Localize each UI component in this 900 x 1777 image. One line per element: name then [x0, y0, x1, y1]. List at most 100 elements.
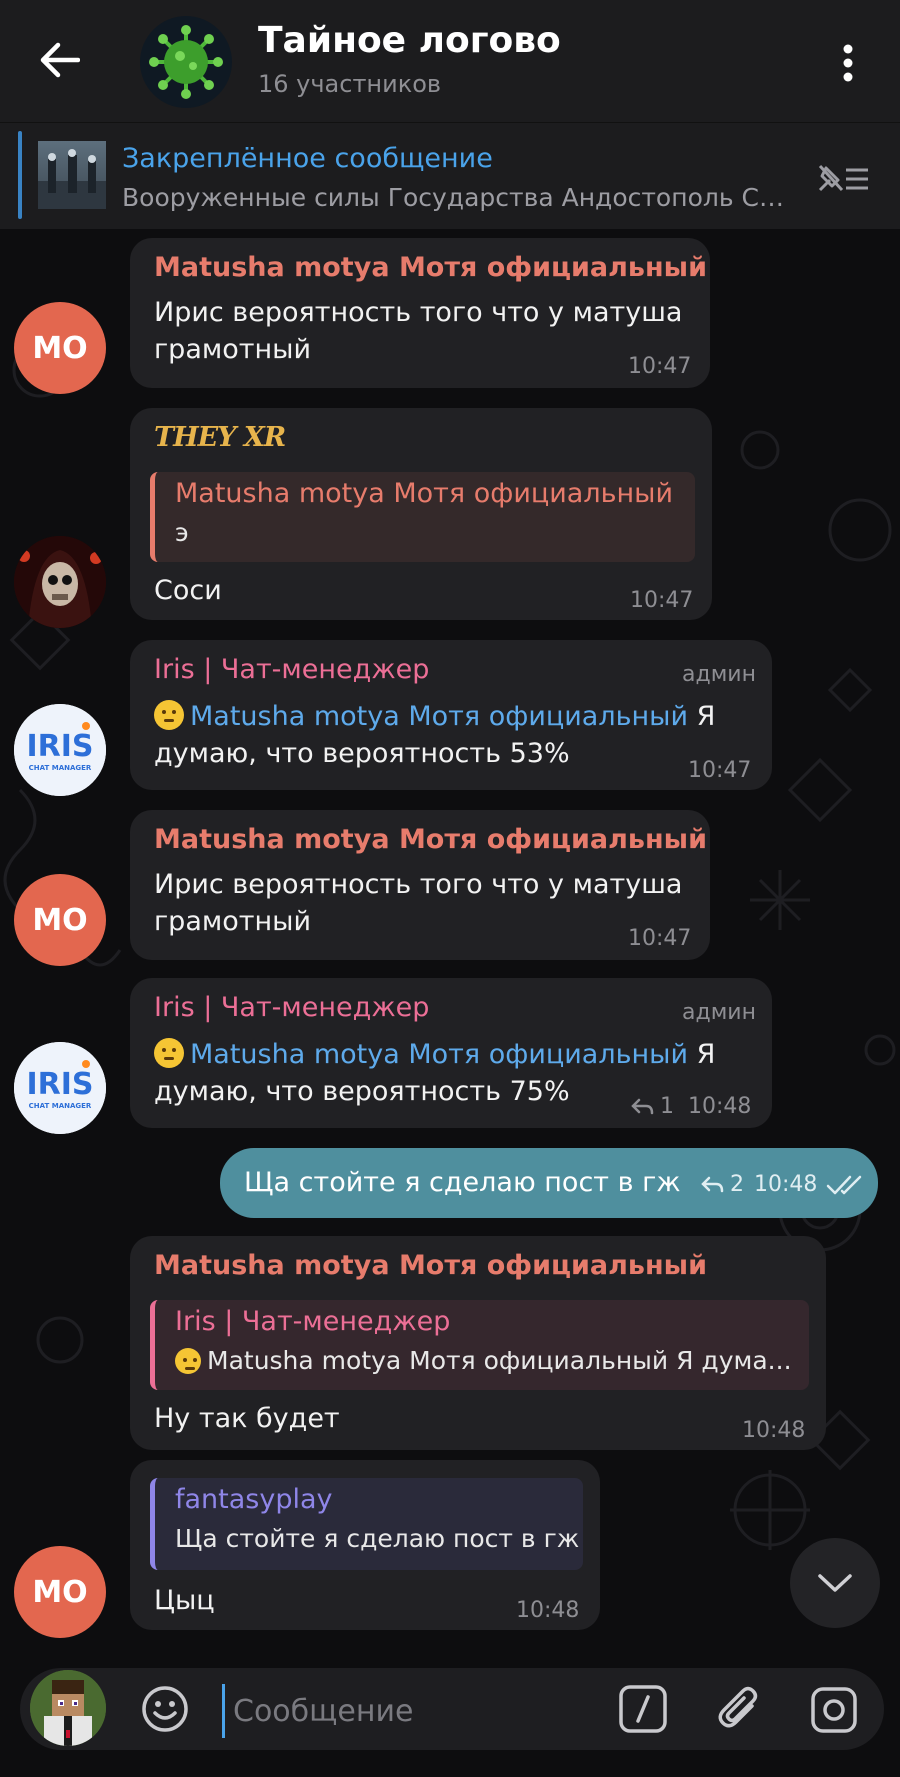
- user-mention[interactable]: Matusha motya Мотя официальный: [190, 1039, 688, 1070]
- reply-arrow-icon: [701, 1176, 724, 1192]
- pinned-message-bar[interactable]: Закреплённое сообщение Вооруженные силы …: [0, 122, 900, 229]
- avatar-initials: МО: [32, 1574, 88, 1610]
- admin-badge: админ: [682, 1000, 756, 1025]
- user-mention[interactable]: Matusha motya Мотя официальный: [190, 701, 688, 732]
- camera-button[interactable]: [808, 1684, 860, 1736]
- message-bubble[interactable]: fantasyplay Ща стойте я сделаю пост в гж…: [130, 1460, 600, 1630]
- double-check-icon: [826, 1175, 862, 1195]
- message-time: 10:47: [628, 354, 692, 379]
- message-text: Ирис вероятность того что у матуша грамо…: [154, 866, 682, 940]
- iris-bot-avatar-icon: IRIS CHAT MANAGER: [14, 1042, 106, 1134]
- svg-text:IRIS: IRIS: [26, 729, 93, 764]
- more-vertical-icon: [843, 44, 853, 82]
- reply-text: Matusha motya Мотя официальный Я дума...: [175, 1346, 792, 1375]
- pinned-list-button[interactable]: [814, 159, 872, 199]
- reply-count-number: 2: [730, 1172, 744, 1197]
- emoji-button[interactable]: [140, 1684, 190, 1734]
- message-time: 10:48: [754, 1172, 818, 1197]
- sender-name[interactable]: Matusha motya Мотя официальный: [154, 824, 707, 855]
- sender-name[interactable]: THEY XR: [154, 422, 286, 453]
- message-bubble[interactable]: Matusha motya Мотя официальный Ирис веро…: [130, 810, 710, 960]
- reply-sender: Iris | Чат-менеджер: [175, 1306, 451, 1337]
- reply-text-content: Matusha motya Мотя официальный Я дума...: [207, 1346, 792, 1375]
- message-bubble[interactable]: Iris | Чат-менеджер админ Matusha motya …: [130, 978, 772, 1128]
- message-line: грамотный: [154, 334, 312, 365]
- message-line: грамотный: [154, 906, 312, 937]
- virus-icon: [149, 25, 223, 99]
- slash-command-icon: [619, 1685, 667, 1733]
- message-text: Ирис вероятность того что у матуша грамо…: [154, 294, 682, 368]
- message-time: 10:48: [742, 1418, 806, 1443]
- pinned-indicator: [18, 131, 22, 219]
- reply-count[interactable]: 1: [630, 1094, 674, 1119]
- pinned-title: Закреплённое сообщение: [122, 143, 493, 174]
- pixel-character-avatar-icon: [30, 1670, 106, 1746]
- avatar[interactable]: IRIS CHAT MANAGER: [14, 1042, 106, 1134]
- avatar[interactable]: [14, 536, 106, 628]
- thinking-face-icon: [154, 700, 184, 730]
- message-time: 10:47: [688, 758, 752, 783]
- chat-title[interactable]: Тайное логово: [258, 20, 561, 61]
- pinned-text: Вооруженные силы Государства Андостополь…: [122, 183, 792, 212]
- avatar[interactable]: МО: [14, 302, 106, 394]
- more-menu-button[interactable]: [830, 38, 866, 88]
- svg-text:CHAT MANAGER: CHAT MANAGER: [29, 1102, 92, 1110]
- avatar-initials: МО: [32, 330, 88, 366]
- pinned-thumbnail: [38, 141, 106, 209]
- back-button[interactable]: [30, 30, 90, 90]
- message-fragment: Я: [688, 701, 716, 732]
- message-input[interactable]: [222, 1684, 595, 1738]
- message-bubble[interactable]: Matusha motya Мотя официальный Ирис веро…: [130, 238, 710, 388]
- chat-avatar[interactable]: [140, 16, 232, 108]
- reply-count[interactable]: 2: [700, 1172, 744, 1197]
- attach-button[interactable]: [714, 1682, 768, 1736]
- message-bubble[interactable]: THEY XR Matusha motya Мотя официальный э…: [130, 408, 712, 620]
- svg-text:CHAT MANAGER: CHAT MANAGER: [29, 764, 92, 772]
- reply-quote[interactable]: Matusha motya Мотя официальный э: [150, 472, 695, 562]
- message-text: Matusha motya Мотя официальный Я думаю, …: [154, 698, 715, 772]
- reply-quote[interactable]: Iris | Чат-менеджер Matusha motya Мотя о…: [150, 1300, 809, 1390]
- chevron-down-icon: [818, 1574, 852, 1592]
- message-time: 10:48: [516, 1598, 580, 1623]
- reply-quote[interactable]: fantasyplay Ща стойте я сделаю пост в гж: [150, 1478, 583, 1570]
- soldiers-image: [38, 149, 106, 209]
- message-time: 10:47: [628, 926, 692, 951]
- camera-icon: [811, 1687, 857, 1733]
- message-time: 10:47: [630, 588, 694, 613]
- chat-header: Тайное логово 16 участников: [0, 0, 900, 122]
- message-text: Цыц: [154, 1585, 215, 1616]
- message-bubble[interactable]: Matusha motya Мотя официальный Iris | Ча…: [130, 1236, 826, 1450]
- message-text: Ща стойте я сделаю пост в гж: [244, 1167, 681, 1198]
- sender-name[interactable]: Iris | Чат-менеджер: [154, 654, 429, 685]
- send-as-avatar[interactable]: [30, 1670, 106, 1746]
- reply-arrow-icon: [631, 1098, 654, 1114]
- avatar[interactable]: МО: [14, 1546, 106, 1638]
- reply-count-number: 1: [660, 1094, 674, 1119]
- thinking-face-icon: [175, 1348, 201, 1374]
- reply-sender: Matusha motya Мотя официальный: [175, 478, 674, 509]
- smile-icon: [142, 1686, 188, 1732]
- message-text: Соси: [154, 575, 222, 606]
- message-line: Ирис вероятность того что у матуша: [154, 869, 683, 900]
- arrow-left-icon: [40, 42, 80, 78]
- avatar[interactable]: IRIS CHAT MANAGER: [14, 704, 106, 796]
- avatar-initials: МО: [32, 902, 88, 938]
- avatar[interactable]: МО: [14, 874, 106, 966]
- bot-commands-button[interactable]: [618, 1684, 668, 1734]
- message-bubble[interactable]: Iris | Чат-менеджер админ Matusha motya …: [130, 640, 772, 790]
- sender-name[interactable]: Iris | Чат-менеджер: [154, 992, 429, 1023]
- message-line: Ирис вероятность того что у матуша: [154, 297, 683, 328]
- admin-badge: админ: [682, 662, 756, 687]
- member-count: 16 участников: [258, 70, 442, 98]
- message-fragment: Я: [688, 1039, 716, 1070]
- scroll-to-bottom-button[interactable]: [790, 1538, 880, 1628]
- iris-bot-avatar-icon: IRIS CHAT MANAGER: [14, 704, 106, 796]
- sender-name[interactable]: Matusha motya Мотя официальный: [154, 1250, 707, 1281]
- skull-hood-avatar-icon: [14, 536, 106, 628]
- own-message-bubble[interactable]: Ща стойте я сделаю пост в гж 2 10:48: [220, 1148, 878, 1218]
- pin-list-icon: [818, 164, 868, 192]
- message-time: 10:48: [688, 1094, 752, 1119]
- message-text: Ну так будет: [154, 1403, 340, 1434]
- reply-text: Ща стойте я сделаю пост в гж: [175, 1524, 580, 1553]
- sender-name[interactable]: Matusha motya Мотя официальный: [154, 252, 707, 283]
